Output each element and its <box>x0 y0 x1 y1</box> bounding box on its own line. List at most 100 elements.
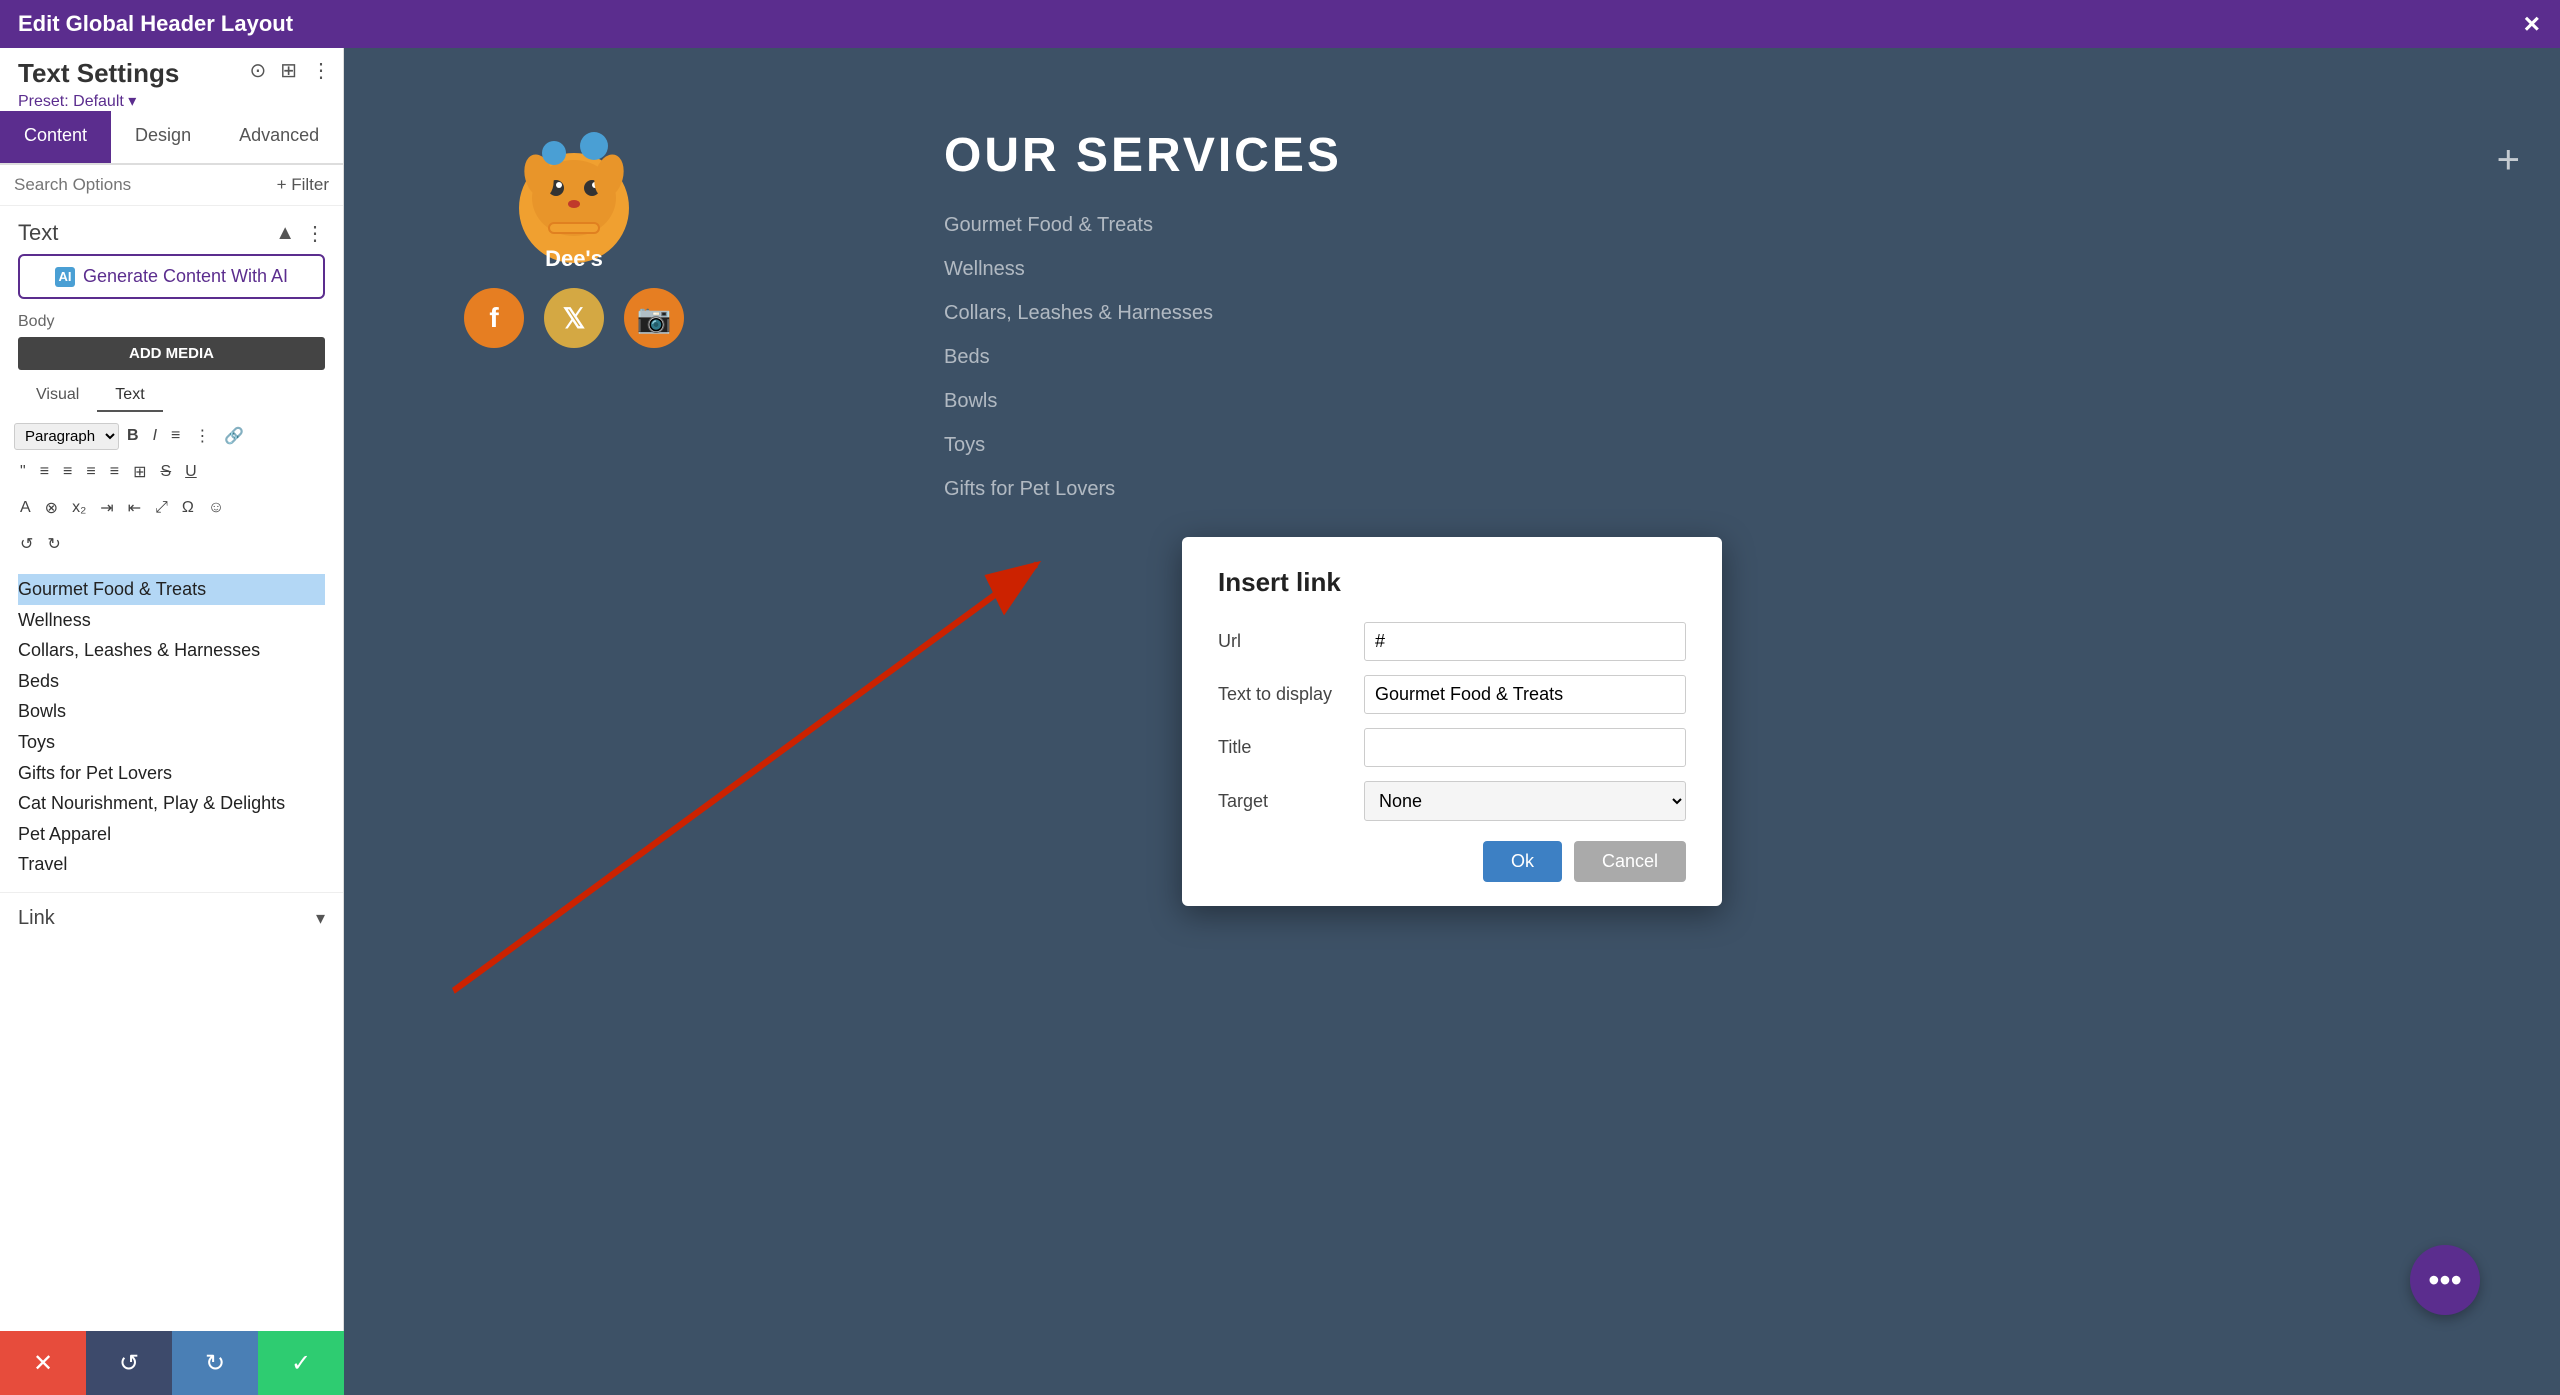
link-chevron-icon: ▾ <box>316 908 325 929</box>
dialog-url-label: Url <box>1218 631 1348 652</box>
bottom-bar-container: ✕ ↺ ↻ ✓ <box>0 1331 344 1395</box>
filter-button[interactable]: + Filter <box>277 175 329 195</box>
content-highlight-item[interactable]: Gourmet Food & Treats <box>18 574 325 605</box>
table-button[interactable]: ⊞ <box>127 458 152 486</box>
top-bar: Edit Global Header Layout × <box>0 0 2560 48</box>
special-char-button[interactable]: Ω <box>176 495 200 521</box>
dialog-text-input[interactable] <box>1364 675 1686 714</box>
redo-button[interactable]: ↻ <box>172 1331 258 1395</box>
dialog-actions: Ok Cancel <box>1218 841 1686 882</box>
cancel-icon: ✕ <box>33 1349 53 1378</box>
sidebar-tabs: Content Design Advanced <box>0 111 343 165</box>
close-button[interactable]: × <box>2524 8 2540 40</box>
more-options-icon[interactable]: ⋮ <box>311 58 331 83</box>
sidebar-preset[interactable]: Preset: Default ▾ <box>18 91 179 111</box>
unordered-list-button[interactable]: ≡ <box>165 423 186 449</box>
dialog-overlay: Insert link Url Text to display Title <box>344 48 2560 1395</box>
indent-button[interactable]: ⇥ <box>94 494 119 522</box>
link-section[interactable]: Link ▾ <box>0 892 343 944</box>
sidebar-header: Text Settings Preset: Default ▾ ⊙ ⊞ ⋮ <box>0 48 343 111</box>
subscript-button[interactable]: x₂ <box>66 495 92 521</box>
undo-icon: ↺ <box>119 1349 139 1378</box>
content-item-cat: Cat Nourishment, Play & Delights <box>18 788 325 819</box>
strikethrough-button[interactable]: S <box>154 459 177 485</box>
sidebar-header-icons: ⊙ ⊞ ⋮ <box>249 58 331 83</box>
ai-generate-button[interactable]: AI Generate Content With AI <box>18 254 325 299</box>
dialog-text-row: Text to display <box>1218 675 1686 714</box>
text-section-title: Text <box>18 220 58 246</box>
sidebar-title: Text Settings <box>18 58 179 89</box>
editor-tab-text[interactable]: Text <box>97 380 162 412</box>
dialog-title-row: Title <box>1218 728 1686 767</box>
toolbar-row3: A ⊗ x₂ ⇥ ⇤ ⤢ Ω ☺ <box>0 490 343 526</box>
content-item-apparel: Pet Apparel <box>18 819 325 850</box>
tab-advanced[interactable]: Advanced <box>215 111 343 163</box>
dialog-target-row: Target None _blank _self _parent _top <box>1218 781 1686 821</box>
text-section-collapse[interactable]: ▲ <box>275 222 295 245</box>
toolbar-row1: Paragraph B I ≡ ⋮ 🔗 <box>0 418 343 454</box>
preview-area: Dee's ORGANIC PET FOOD f 𝕏 📷 OUR SERVICE… <box>344 48 2560 1395</box>
link-button[interactable]: 🔗 <box>218 422 250 450</box>
search-input[interactable] <box>14 175 269 195</box>
dialog-ok-button[interactable]: Ok <box>1483 841 1562 882</box>
bold-button[interactable]: B <box>121 423 145 449</box>
redo-icon: ↻ <box>205 1349 225 1378</box>
right-panel: Dee's ORGANIC PET FOOD f 𝕏 📷 OUR SERVICE… <box>344 48 2560 1395</box>
undo-editor-button[interactable]: ↺ <box>14 530 39 558</box>
link-section-title: Link <box>18 907 55 930</box>
content-item-wellness: Wellness <box>18 605 325 636</box>
dialog-title-input[interactable] <box>1364 728 1686 767</box>
content-item-toys: Toys <box>18 727 325 758</box>
dialog-target-select[interactable]: None _blank _self _parent _top <box>1364 781 1686 821</box>
content-item-travel: Travel <box>18 849 325 880</box>
search-bar: + Filter <box>0 165 343 206</box>
content-area[interactable]: Gourmet Food & Treats Wellness Collars, … <box>0 562 343 892</box>
layout-icon[interactable]: ⊞ <box>280 58 297 83</box>
top-bar-title: Edit Global Header Layout <box>18 11 2542 37</box>
emoji-button[interactable]: ☺ <box>202 495 230 521</box>
align-center-button[interactable]: ≡ <box>57 459 78 485</box>
underline-button[interactable]: U <box>179 459 203 485</box>
main-layout: Text Settings Preset: Default ▾ ⊙ ⊞ ⋮ Co… <box>0 48 2560 1395</box>
cancel-button[interactable]: ✕ <box>0 1331 86 1395</box>
italic-button[interactable]: I <box>147 423 163 449</box>
dialog-title: Insert link <box>1218 567 1686 598</box>
dialog-url-row: Url <box>1218 622 1686 661</box>
save-icon: ✓ <box>291 1349 311 1378</box>
bottom-bar: ✕ ↺ ↻ ✓ <box>0 1331 344 1395</box>
dialog-target-label: Target <box>1218 791 1348 812</box>
dialog-text-label: Text to display <box>1218 684 1348 705</box>
toolbar-row4: ↺ ↻ <box>0 526 343 562</box>
redo-editor-button[interactable]: ↻ <box>41 530 66 558</box>
sidebar: Text Settings Preset: Default ▾ ⊙ ⊞ ⋮ Co… <box>0 48 344 1395</box>
fullscreen-button[interactable]: ⤢ <box>149 495 174 521</box>
dialog-cancel-button[interactable]: Cancel <box>1574 841 1686 882</box>
insert-link-dialog: Insert link Url Text to display Title <box>1182 537 1722 906</box>
ai-button-label: Generate Content With AI <box>83 266 288 287</box>
align-justify-button[interactable]: ≡ <box>104 459 125 485</box>
clear-format-button[interactable]: ⊗ <box>39 494 64 522</box>
ordered-list-button[interactable]: ⋮ <box>188 422 216 450</box>
content-item-collars: Collars, Leashes & Harnesses <box>18 635 325 666</box>
align-left-button[interactable]: ≡ <box>34 459 55 485</box>
undo-button[interactable]: ↺ <box>86 1331 172 1395</box>
save-button[interactable]: ✓ <box>258 1331 344 1395</box>
outdent-button[interactable]: ⇤ <box>122 494 147 522</box>
sidebar-spacer <box>0 944 343 984</box>
blockquote-button[interactable]: " <box>14 459 32 485</box>
text-section-menu[interactable]: ⋮ <box>305 221 325 246</box>
editor-tab-visual[interactable]: Visual <box>18 380 97 412</box>
font-color-button[interactable]: A <box>14 495 37 521</box>
align-right-button[interactable]: ≡ <box>80 459 101 485</box>
paragraph-select[interactable]: Paragraph <box>14 423 119 450</box>
content-item-gifts: Gifts for Pet Lovers <box>18 758 325 789</box>
dialog-url-input[interactable] <box>1364 622 1686 661</box>
settings-icon[interactable]: ⊙ <box>249 58 266 83</box>
dialog-title-label: Title <box>1218 737 1348 758</box>
ai-icon: AI <box>55 267 75 287</box>
add-media-button[interactable]: ADD MEDIA <box>18 337 325 370</box>
content-item-bowls: Bowls <box>18 696 325 727</box>
editor-tabs: Visual Text <box>18 380 325 412</box>
tab-content[interactable]: Content <box>0 111 111 163</box>
tab-design[interactable]: Design <box>111 111 215 163</box>
